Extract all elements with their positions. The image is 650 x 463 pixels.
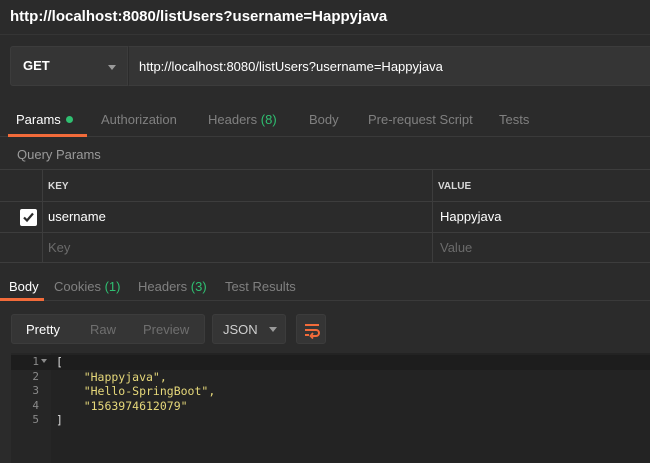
code-line: 1 [	[11, 355, 650, 370]
tab-headers-label: Headers	[208, 112, 258, 127]
column-divider	[42, 170, 43, 201]
chevron-down-icon	[108, 65, 116, 70]
url-input[interactable]: http://localhost:8080/listUsers?username…	[128, 46, 650, 86]
url-text: http://localhost:8080/listUsers?username…	[139, 59, 443, 74]
new-key-input[interactable]: Key	[48, 240, 70, 255]
code-line: 4 "1563974612079"	[11, 399, 650, 414]
response-tab-cookies-label: Cookies	[54, 279, 101, 294]
code-text: "1563974612079"	[56, 399, 188, 413]
table-row: Key Value	[0, 232, 650, 263]
column-divider	[42, 233, 43, 262]
line-number: 5	[32, 413, 39, 426]
query-params-label: Query Params	[17, 147, 101, 162]
params-table: KEY VALUE username Happyjava Key Value	[0, 169, 650, 263]
view-mode-switcher: Pretty Raw Preview	[11, 314, 205, 344]
tab-pre-request-script[interactable]: Pre-request Script	[368, 112, 473, 127]
fold-icon[interactable]	[41, 359, 47, 363]
param-value-cell[interactable]: Happyjava	[440, 209, 501, 224]
new-value-input[interactable]: Value	[440, 240, 472, 255]
format-select[interactable]: JSON	[212, 314, 286, 344]
status-dot-icon	[65, 116, 73, 123]
response-tab-headers-label: Headers	[138, 279, 188, 294]
column-divider	[42, 202, 43, 232]
view-pretty-button[interactable]: Pretty	[26, 322, 60, 337]
line-number: 1	[32, 355, 39, 368]
response-tab-headers-count: (3)	[190, 279, 207, 294]
line-number: 4	[32, 399, 39, 412]
active-response-tab-indicator	[0, 298, 44, 301]
response-body-viewer[interactable]: 1 [ 2 "Happyjava", 3 "Hello-SpringBoot",…	[11, 353, 650, 463]
response-tabs: Body Cookies (1) Headers (3) Test Result…	[0, 263, 650, 301]
column-divider	[432, 170, 433, 201]
method-select[interactable]: GET	[10, 46, 128, 86]
code-line: 3 "Hello-SpringBoot",	[11, 384, 650, 399]
wrap-lines-icon	[305, 324, 320, 339]
response-tab-test-results[interactable]: Test Results	[225, 279, 296, 294]
column-divider	[432, 202, 433, 232]
tab-tests[interactable]: Tests	[499, 112, 529, 127]
table-header-row: KEY VALUE	[0, 169, 650, 201]
column-divider	[432, 233, 433, 262]
line-number: 2	[32, 370, 39, 383]
tab-params-label: Params	[16, 112, 61, 127]
line-number: 3	[32, 384, 39, 397]
code-line: 2 "Happyjava",	[11, 370, 650, 385]
code-line: 5 ]	[11, 413, 650, 428]
param-key-cell[interactable]: username	[48, 209, 106, 224]
table-row: username Happyjava	[0, 201, 650, 232]
view-raw-button[interactable]: Raw	[90, 322, 116, 337]
tab-body[interactable]: Body	[309, 112, 339, 127]
request-tabs: Params Authorization Headers (8) Body Pr…	[0, 104, 650, 137]
code-text: ]	[56, 413, 63, 427]
title-bar: http://localhost:8080/listUsers?username…	[0, 0, 650, 35]
method-label: GET	[23, 58, 50, 73]
code-text: [	[56, 355, 63, 369]
response-tab-cookies-count: (1)	[104, 279, 121, 294]
tab-headers-count: (8)	[260, 112, 277, 127]
response-tab-body[interactable]: Body	[9, 279, 39, 294]
tab-authorization[interactable]: Authorization	[101, 112, 177, 127]
check-icon	[23, 212, 34, 223]
key-column-header: KEY	[48, 181, 69, 192]
response-tab-headers[interactable]: Headers (3)	[138, 279, 207, 294]
value-column-header: VALUE	[438, 181, 472, 192]
wrap-lines-button[interactable]	[296, 314, 326, 344]
format-label: JSON	[223, 322, 258, 337]
view-preview-button[interactable]: Preview	[143, 322, 189, 337]
request-tab-title[interactable]: http://localhost:8080/listUsers?username…	[10, 8, 387, 25]
active-tab-indicator	[8, 134, 87, 137]
code-text: "Happyjava",	[56, 370, 167, 384]
code-text: "Hello-SpringBoot",	[56, 384, 216, 398]
chevron-down-icon	[269, 327, 277, 332]
tab-headers[interactable]: Headers (8)	[208, 112, 277, 127]
param-enabled-checkbox[interactable]	[20, 209, 37, 226]
postman-window: http://localhost:8080/listUsers?username…	[0, 0, 650, 463]
response-tab-cookies[interactable]: Cookies (1)	[54, 279, 120, 294]
tab-params[interactable]: Params	[16, 112, 73, 127]
